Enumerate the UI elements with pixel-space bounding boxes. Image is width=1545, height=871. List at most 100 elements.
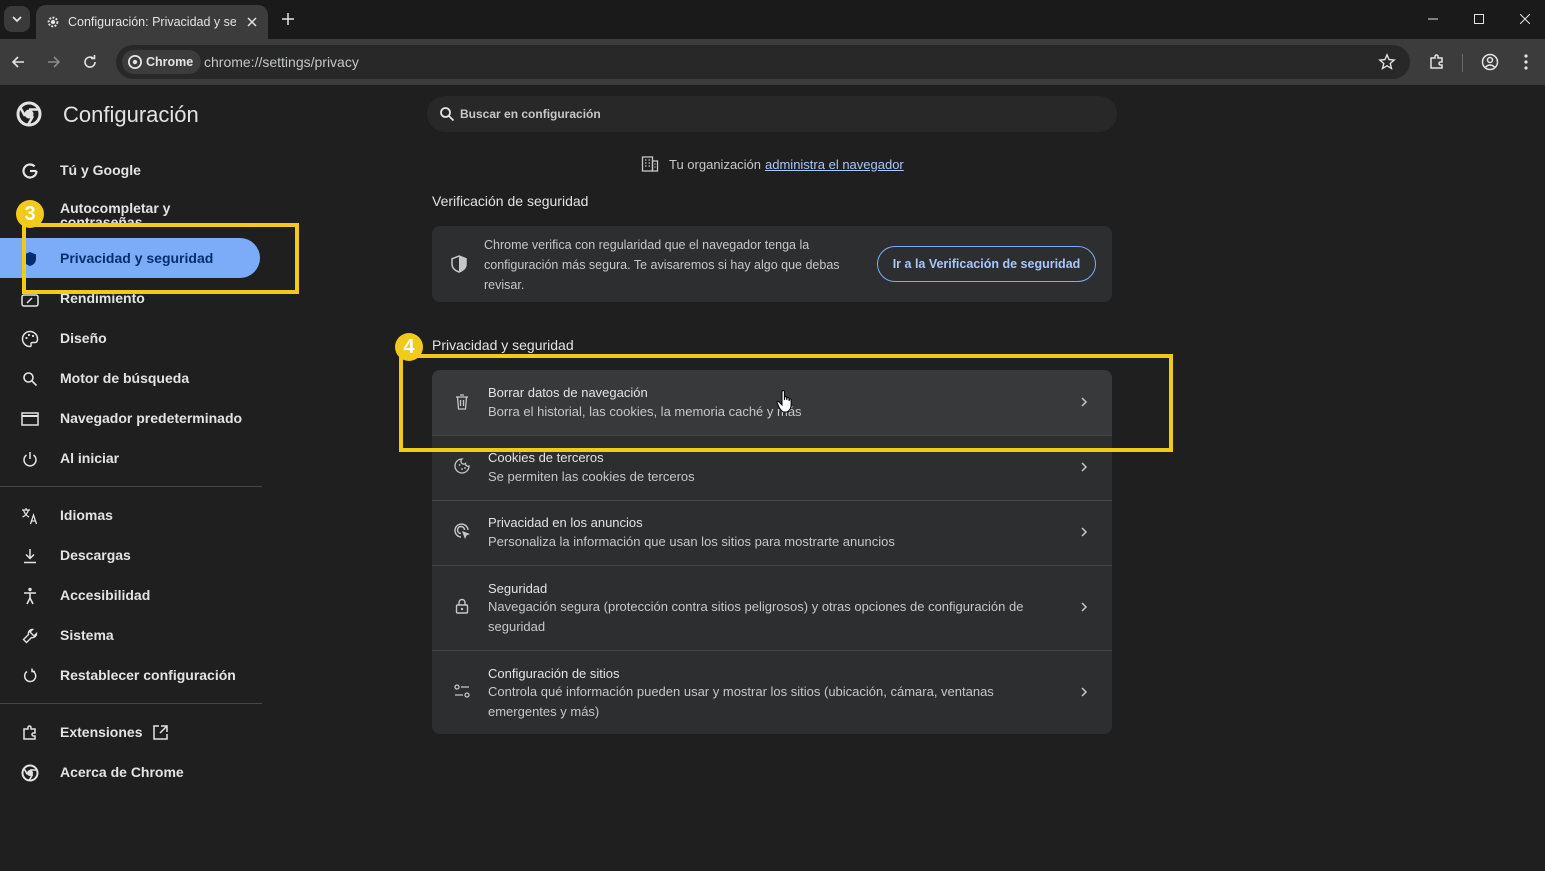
site-info-chip[interactable]: Chrome — [122, 50, 202, 74]
accessibility-icon — [20, 586, 40, 606]
sidebar-item-on-startup[interactable]: Al iniciar — [0, 438, 262, 478]
maximize-button[interactable] — [1467, 8, 1491, 30]
ad-privacy-icon — [453, 522, 471, 540]
window-close-button[interactable] — [1513, 8, 1537, 30]
bookmark-star-icon[interactable] — [1378, 53, 1396, 71]
sliders-icon — [453, 682, 471, 700]
power-icon — [20, 449, 40, 469]
step-3-highlight-box — [22, 223, 299, 294]
sidebar-divider — [0, 703, 262, 704]
sidebar-item-label: Autocompletar y contraseñas — [60, 200, 171, 225]
extensions-button[interactable] — [1426, 51, 1448, 73]
sidebar-item-label: Tú y Google — [60, 162, 141, 178]
url-text: chrome://settings/privacy — [204, 54, 359, 70]
close-icon — [1520, 14, 1530, 24]
chip-label: Chrome — [146, 55, 194, 69]
sidebar-item-downloads[interactable]: Descargas — [0, 535, 262, 575]
row-title: Cookies de terceros — [488, 450, 604, 465]
page-title: Configuración — [63, 102, 199, 127]
security-row[interactable]: Seguridad Navegación segura (protección … — [432, 566, 1112, 650]
puzzle-icon — [1430, 54, 1443, 69]
privacy-section-heading: Privacidad y seguridad — [432, 337, 574, 353]
step-4-badge: 4 — [395, 333, 423, 361]
address-bar[interactable]: Chrome chrome://settings/privacy — [116, 45, 1410, 79]
sidebar-item-label: Al iniciar — [60, 450, 120, 466]
wrench-icon — [20, 626, 40, 646]
translate-icon — [20, 506, 40, 526]
cookie-icon — [453, 457, 471, 475]
active-tab[interactable]: Configuración: Privacidad y seg — [36, 5, 268, 39]
sidebar-item-label: Descargas — [60, 547, 131, 563]
sidebar-item-appearance[interactable]: Diseño — [0, 318, 262, 358]
search-input[interactable] — [460, 96, 1100, 132]
reload-button[interactable] — [79, 51, 101, 73]
sidebar-item-default-browser[interactable]: Navegador predeterminado — [0, 398, 262, 438]
new-tab-button[interactable] — [278, 9, 298, 29]
forward-button[interactable] — [43, 51, 65, 73]
minimize-button[interactable] — [1421, 8, 1445, 30]
download-icon — [20, 546, 40, 566]
ad-privacy-row[interactable]: Privacidad en los anuncios Personaliza l… — [432, 501, 1112, 565]
sidebar-item-extensions[interactable]: Extensiones — [0, 712, 262, 752]
sidebar-item-languages[interactable]: Idiomas — [0, 495, 262, 535]
hand-pointer-cursor-icon — [776, 390, 792, 413]
org-note-text: Tu organización — [669, 156, 762, 172]
toolbar-divider — [1462, 54, 1463, 72]
account-icon — [1481, 53, 1499, 71]
building-icon — [641, 156, 659, 172]
org-admin-link[interactable]: administra el navegador — [765, 157, 904, 172]
site-settings-row[interactable]: Configuración de sitios Controla qué inf… — [432, 651, 1112, 734]
tab-title: Configuración: Privacidad y seg — [68, 15, 236, 29]
sidebar-item-system[interactable]: Sistema — [0, 615, 262, 655]
back-button[interactable] — [7, 51, 29, 73]
sidebar-item-you-and-google[interactable]: Tú y Google — [0, 150, 262, 190]
browser-toolbar: Chrome chrome://settings/privacy — [0, 39, 1545, 85]
profile-button[interactable] — [1479, 51, 1501, 73]
palette-icon — [20, 329, 40, 349]
puzzle-icon — [20, 723, 40, 743]
row-title: Configuración de sitios — [488, 666, 620, 681]
close-icon — [247, 17, 257, 27]
chrome-logo-icon — [20, 763, 40, 783]
sidebar-item-accessibility[interactable]: Accesibilidad — [0, 575, 262, 615]
safety-check-card: Chrome verifica con regularidad que el n… — [432, 226, 1112, 302]
chrome-logo-icon — [128, 55, 142, 69]
sidebar-item-label: Motor de búsqueda — [60, 370, 190, 386]
menu-button[interactable] — [1515, 51, 1537, 73]
reload-icon — [84, 55, 96, 68]
sidebar-divider — [0, 486, 262, 487]
row-title: Privacidad en los anuncios — [488, 515, 643, 530]
arrow-right-icon — [48, 56, 61, 68]
sidebar-item-about-chrome[interactable]: Acerca de Chrome — [0, 752, 262, 792]
shield-icon — [451, 255, 467, 273]
row-subtitle: Personaliza la información que usan los … — [488, 534, 895, 549]
sidebar-item-search-engine[interactable]: Motor de búsqueda — [0, 358, 262, 398]
step-3-badge: 3 — [16, 200, 44, 228]
chevron-down-icon — [12, 16, 22, 23]
tab-close-button[interactable] — [244, 14, 260, 30]
sidebar-item-label: Acerca de Chrome — [60, 764, 184, 780]
maximize-icon — [1474, 14, 1484, 24]
plus-icon — [282, 13, 294, 25]
open-external-icon — [153, 725, 168, 740]
row-subtitle: Se permiten las cookies de terceros — [488, 469, 695, 484]
sidebar-item-label: Sistema — [60, 627, 114, 643]
row-subtitle: Controla qué información pueden usar y m… — [488, 684, 994, 719]
row-title: Seguridad — [488, 581, 548, 596]
tab-search-button[interactable] — [4, 6, 30, 32]
safety-check-description: Chrome verifica con regularidad que el n… — [484, 238, 840, 292]
lock-icon — [453, 597, 471, 615]
minimize-icon — [1428, 18, 1438, 20]
arrow-left-icon — [11, 56, 24, 68]
settings-search[interactable] — [427, 96, 1117, 132]
more-vert-icon — [1524, 54, 1528, 70]
safety-check-heading: Verificación de seguridad — [432, 193, 589, 209]
chevron-right-icon — [1081, 527, 1088, 537]
title-bar: Configuración: Privacidad y seg — [0, 0, 1545, 39]
search-icon — [440, 107, 455, 122]
sidebar-item-label: Idiomas — [60, 507, 113, 523]
go-to-safety-check-button[interactable]: Ir a la Verificación de seguridad — [877, 246, 1096, 282]
chevron-right-icon — [1081, 687, 1088, 697]
sidebar-item-reset[interactable]: Restablecer configuración — [0, 655, 262, 695]
sidebar-item-label: Diseño — [60, 330, 107, 346]
